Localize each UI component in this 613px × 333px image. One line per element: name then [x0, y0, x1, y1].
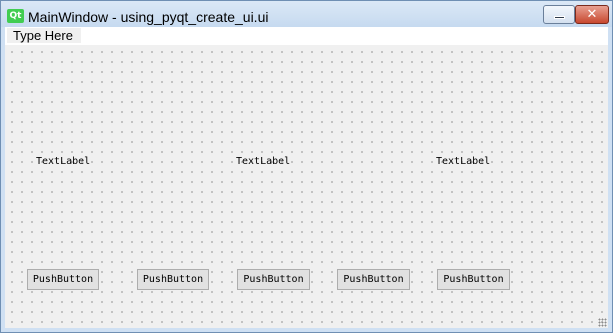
menu-item-type-here[interactable]: Type Here [7, 28, 81, 43]
close-icon: ✕ [586, 7, 598, 22]
qt-logo-icon: Qt [7, 9, 24, 23]
push-button-4[interactable]: PushButton [337, 269, 410, 290]
minimize-icon [554, 16, 565, 19]
push-button-3[interactable]: PushButton [237, 269, 310, 290]
text-label-2[interactable]: TextLabel [236, 156, 290, 167]
text-label-3[interactable]: TextLabel [436, 156, 490, 167]
push-button-2[interactable]: PushButton [137, 269, 209, 290]
minimize-button[interactable] [543, 5, 575, 24]
push-button-5[interactable]: PushButton [437, 269, 510, 290]
close-button[interactable]: ✕ [575, 5, 609, 24]
menu-bar: Type Here [5, 27, 608, 45]
title-bar[interactable]: Qt MainWindow - using_pyqt_create_ui.ui … [1, 1, 612, 27]
resize-grip-icon[interactable] [598, 318, 607, 327]
form-canvas[interactable]: TextLabel TextLabel TextLabel PushButton… [5, 45, 608, 328]
text-label-1[interactable]: TextLabel [36, 156, 90, 167]
push-button-1[interactable]: PushButton [27, 269, 99, 290]
window-title: MainWindow - using_pyqt_create_ui.ui [28, 9, 269, 25]
main-window: Qt MainWindow - using_pyqt_create_ui.ui … [0, 0, 613, 333]
